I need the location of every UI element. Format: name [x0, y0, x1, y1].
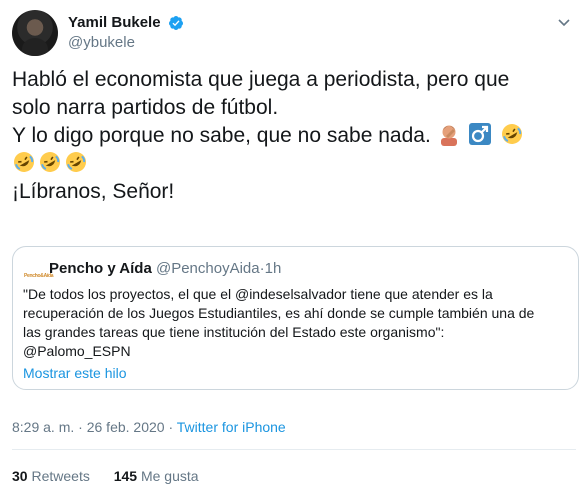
tweet-time[interactable]: 8:29 a. m.	[12, 419, 74, 435]
rofl-emoji-icon	[40, 152, 60, 172]
retweets-count: 30	[12, 468, 28, 484]
rofl-emoji-icon	[502, 124, 523, 144]
quoted-line: recuperación de los Juegos Estudiantiles…	[23, 305, 535, 321]
tweet-line: solo narra partidos de fútbol.	[12, 96, 279, 119]
retweets-label: Retweets	[31, 468, 90, 484]
quoted-tweet-text: "De todos los proyectos, el que el @inde…	[23, 285, 573, 361]
separator-dot: ·	[78, 419, 83, 435]
quoted-tweet[interactable]: Pencho&Aída Pencho y Aída @PenchoyAida·1h…	[12, 246, 579, 390]
quoted-tweet-time[interactable]: 1h	[265, 260, 282, 277]
quoted-line: las grandes tareas que tiene institución…	[23, 324, 445, 340]
likes-label: Me gusta	[140, 468, 199, 484]
tweet-line: Y lo digo porque no sabe, que no sabe na…	[12, 122, 578, 150]
tweet-date[interactable]: 26 feb. 2020	[87, 419, 165, 435]
emoji-line	[12, 150, 578, 178]
tweet-card: Yamil Bukele @ybukele Habló el economist…	[0, 0, 588, 486]
quoted-author-logo-text: Pencho&Aída	[24, 273, 54, 280]
tweet-source-link[interactable]: Twitter for iPhone	[177, 419, 286, 435]
facepalm-emoji-icon	[440, 125, 457, 146]
verified-badge-icon	[169, 16, 184, 30]
rofl-emoji-icon	[66, 152, 86, 172]
quoted-tweet-header: Pencho&Aída Pencho y Aída @PenchoyAida·1h	[23, 259, 282, 280]
quoted-author-handle[interactable]: @PenchoyAida	[156, 260, 260, 277]
quoted-author-name[interactable]: Pencho y Aída	[49, 260, 152, 277]
tweet-header: Yamil Bukele @ybukele	[12, 10, 576, 56]
tweet-line: ¡Líbranos, Señor!	[12, 180, 175, 203]
author-handle[interactable]: @ybukele	[68, 33, 184, 53]
likes-count: 145	[113, 468, 138, 484]
author-display-name[interactable]: Yamil Bukele	[68, 13, 161, 33]
tweet-text: Habló el economista que juega a periodis…	[12, 66, 578, 206]
tweet-stats: 30 Retweets 145 Me gusta	[12, 466, 219, 486]
divider	[12, 449, 576, 450]
tweet-line: Habló el economista que juega a periodis…	[12, 68, 510, 91]
retweets-stat[interactable]: 30 Retweets	[12, 468, 90, 484]
quoted-line: "De todos los proyectos, el que el @inde…	[23, 286, 493, 302]
male-sign-emoji-icon	[469, 123, 492, 145]
chevron-down-icon[interactable]	[556, 14, 572, 30]
separator-dot: ·	[168, 419, 174, 435]
quoted-line: @Palomo_ESPN	[23, 343, 131, 359]
quoted-author-avatar[interactable]: Pencho&Aída	[23, 259, 54, 280]
rofl-emoji-icon	[14, 152, 34, 172]
likes-stat[interactable]: 145 Me gusta	[114, 468, 199, 484]
tweet-metadata: 8:29 a. m. · 26 feb. 2020 · Twitter for …	[12, 417, 286, 437]
author-avatar[interactable]	[12, 10, 58, 56]
show-thread-link[interactable]: Mostrar este hilo	[23, 363, 126, 383]
tweet-line-text: Y lo digo porque no sabe, que no sabe na…	[12, 124, 431, 147]
author-names: Yamil Bukele @ybukele	[68, 13, 184, 53]
